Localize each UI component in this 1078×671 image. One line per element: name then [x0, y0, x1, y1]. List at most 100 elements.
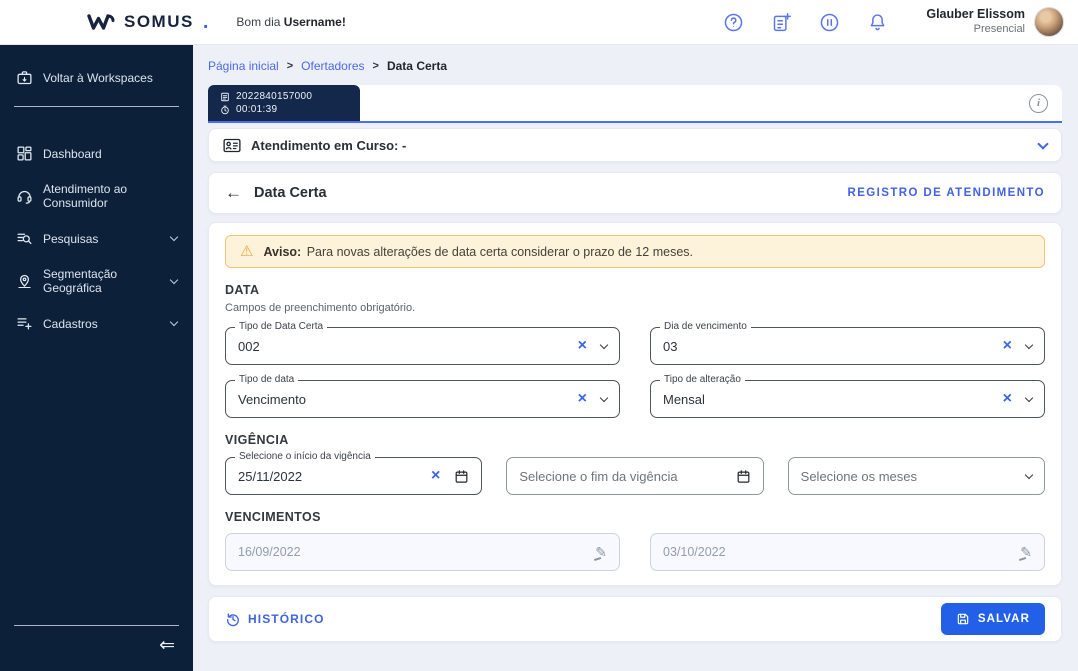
chevron-down-icon[interactable]	[1024, 340, 1034, 349]
sidebar-item-cadastros[interactable]: Cadastros	[0, 305, 193, 342]
list-add-icon	[16, 315, 33, 332]
clear-icon[interactable]: ×	[578, 338, 587, 354]
new-note-icon[interactable]	[771, 12, 792, 33]
greeting-prefix: Bom dia	[236, 15, 281, 29]
select-tipo-alteracao[interactable]: Tipo de alteração Mensal ×	[650, 374, 1045, 418]
chevron-down-icon[interactable]	[1024, 470, 1034, 479]
somus-logo-icon	[87, 14, 115, 30]
page-title: Data Certa	[254, 185, 327, 201]
select-dia-vencimento[interactable]: Dia de vencimento 03 ×	[650, 321, 1045, 365]
chevron-down-icon[interactable]	[1024, 393, 1034, 402]
pause-icon[interactable]	[819, 12, 840, 33]
section-title-vigencia: VIGÊNCIA	[225, 433, 289, 447]
field-value: 25/11/2022	[238, 468, 303, 484]
field-value: 03/10/2022	[663, 545, 726, 559]
calendar-icon[interactable]	[736, 469, 751, 484]
sidebar-divider	[14, 106, 179, 107]
field-label: Dia de vencimento	[660, 321, 751, 332]
top-header: SOMUS. Bom dia Username! Glauber Elissom…	[0, 0, 1078, 45]
datepicker-inicio-vigencia[interactable]: Selecione o início da vigência 25/11/202…	[225, 451, 483, 495]
calendar-icon[interactable]	[454, 469, 469, 484]
chevron-down-icon[interactable]	[599, 393, 609, 402]
user-info: Glauber Elissom Presencial	[926, 7, 1025, 36]
sidebar-item-label: Segmentação Geográfica	[43, 267, 118, 295]
sidebar-item-voltar-workspaces[interactable]: Voltar à Workspaces	[0, 59, 193, 96]
warning-bold: Aviso:	[263, 244, 302, 259]
field-value: 16/09/2022	[238, 545, 301, 559]
bell-icon[interactable]	[867, 12, 888, 33]
sidebar-item-label: Cadastros	[43, 316, 98, 331]
sidebar-collapse-icon[interactable]: ⇐	[0, 626, 193, 671]
clear-icon[interactable]: ×	[431, 468, 440, 484]
sidebar-item-pesquisas[interactable]: Pesquisas	[0, 220, 193, 257]
session-tab[interactable]: 2022840157000 00:01:39	[208, 85, 360, 121]
logo-dot: .	[202, 10, 209, 33]
select-tipo-data[interactable]: Tipo de data Vencimento ×	[225, 374, 620, 418]
chevron-down-icon[interactable]	[1037, 137, 1049, 150]
map-pin-icon	[16, 273, 33, 290]
warning-icon: ⚠	[240, 243, 254, 260]
breadcrumb-link-ofertadores[interactable]: Ofertadores	[301, 59, 364, 73]
chevron-down-icon	[169, 275, 179, 284]
id-card-icon	[223, 138, 241, 153]
user-name: Glauber Elissom	[926, 7, 1025, 22]
attendance-bar[interactable]: Atendimento em Curso: -	[208, 128, 1062, 162]
chevron-down-icon[interactable]	[599, 340, 609, 349]
avatar[interactable]	[1034, 7, 1064, 37]
edit-off-icon: ✎	[595, 543, 607, 560]
sidebar-item-label: Dashboard	[43, 146, 102, 161]
session-tab-id: 2022840157000	[236, 91, 313, 102]
breadcrumb-separator: >	[372, 60, 379, 72]
page-title-bar: ← Data Certa REGISTRO DE ATENDIMENTO	[208, 172, 1062, 214]
field-placeholder: Selecione os meses	[800, 468, 917, 484]
vencimentos-fields-grid: 16/09/2022 ✎ 03/10/2022 ✎	[225, 533, 1045, 571]
select-meses[interactable]: Selecione os meses	[787, 457, 1045, 495]
logo-text: SOMUS	[124, 12, 194, 31]
sidebar: Voltar à Workspaces Dashboard Atendiment…	[0, 45, 193, 671]
section-title-vencimentos: VENCIMENTOS	[225, 510, 321, 524]
headset-icon	[16, 188, 33, 205]
field-value: Vencimento	[238, 391, 306, 407]
historico-label: HISTÓRICO	[248, 612, 325, 626]
field-label: Selecione o início da vigência	[235, 451, 375, 462]
section-title-data: DATA	[225, 283, 260, 297]
salvar-button[interactable]: SALVAR	[940, 603, 1045, 635]
select-tipo-data-certa[interactable]: Tipo de Data Certa 002 ×	[225, 321, 620, 365]
historico-button[interactable]: HISTÓRICO	[225, 611, 325, 627]
session-tab-timer: 00:01:39	[236, 104, 278, 115]
data-fields-grid: Tipo de Data Certa 002 × Dia de vencimen…	[225, 321, 1045, 418]
clear-icon[interactable]: ×	[1003, 391, 1012, 407]
sidebar-item-atendimento-consumidor[interactable]: Atendimento ao Consumidor	[0, 172, 193, 220]
registro-atendimento-link[interactable]: REGISTRO DE ATENDIMENTO	[848, 187, 1045, 199]
warning-text: Aviso: Para novas alterações de data cer…	[263, 244, 694, 259]
warning-banner: ⚠ Aviso: Para novas alterações de data c…	[225, 235, 1045, 268]
timer-icon	[221, 105, 229, 114]
body-row: Voltar à Workspaces Dashboard Atendiment…	[0, 45, 1078, 671]
chevron-down-icon	[169, 232, 179, 242]
back-arrow-icon[interactable]: ←	[225, 183, 242, 203]
datepicker-fim-vigencia[interactable]: Selecione o fim da vigência	[506, 457, 764, 495]
sidebar-item-dashboard[interactable]: Dashboard	[0, 135, 193, 172]
sidebar-footer: ⇐	[0, 625, 193, 671]
field-value: 03	[663, 338, 678, 354]
field-value: 002	[238, 338, 260, 354]
breadcrumb: Página inicial > Ofertadores > Data Cert…	[208, 59, 1062, 73]
salvar-label: SALVAR	[977, 613, 1030, 625]
vencimento-field-2: 03/10/2022 ✎	[650, 533, 1045, 571]
info-icon[interactable]: i	[1029, 93, 1048, 113]
clear-icon[interactable]: ×	[578, 391, 587, 407]
breadcrumb-link-pagina-inicial[interactable]: Página inicial	[208, 59, 279, 73]
field-label: Tipo de alteração	[660, 374, 745, 385]
edit-off-icon: ✎	[1020, 543, 1032, 560]
help-icon[interactable]	[723, 12, 744, 33]
search-list-icon	[16, 230, 33, 247]
vencimento-field-1: 16/09/2022 ✎	[225, 533, 620, 571]
breadcrumb-current: Data Certa	[386, 59, 447, 73]
sidebar-item-segmentacao-geografica[interactable]: Segmentação Geográfica	[0, 257, 193, 305]
form-footer-bar: HISTÓRICO SALVAR	[208, 596, 1062, 642]
header-actions	[723, 12, 888, 33]
attendance-label: Atendimento em Curso: -	[251, 137, 407, 153]
breadcrumb-separator: >	[286, 60, 294, 72]
data-certa-form-card: ⚠ Aviso: Para novas alterações de data c…	[208, 222, 1062, 586]
clear-icon[interactable]: ×	[1003, 338, 1012, 354]
